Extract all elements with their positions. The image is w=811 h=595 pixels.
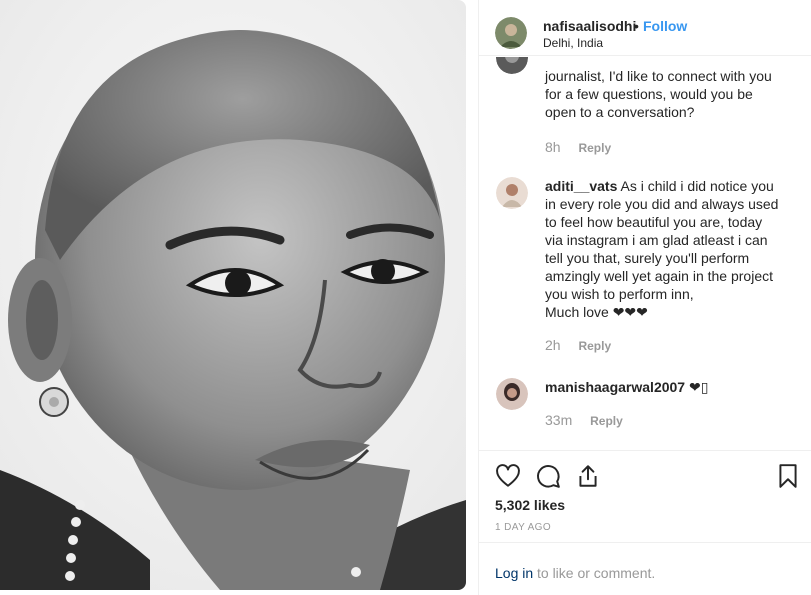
post-photo[interactable]: [0, 0, 466, 590]
heart-icon[interactable]: [495, 463, 521, 489]
commenter-avatar[interactable]: [496, 57, 528, 74]
post-username[interactable]: nafisaalisodhi: [543, 18, 636, 34]
separator-dot: •: [634, 18, 639, 34]
comment-line: to feel how beautiful you are, today: [545, 214, 763, 230]
post-header: nafisaalisodhi • Follow Delhi, India: [479, 0, 811, 56]
follow-button[interactable]: Follow: [643, 18, 687, 34]
bookmark-icon[interactable]: [775, 463, 801, 489]
comment-icon[interactable]: [535, 463, 561, 489]
commenter-avatar[interactable]: [496, 378, 528, 410]
portrait-image: [0, 0, 466, 590]
commenter-avatar[interactable]: [496, 177, 528, 209]
comment-line: tell you that, surely you'll perform: [545, 250, 750, 266]
comment-text: manishaagarwal2007 ❤▯: [545, 378, 795, 396]
comment-meta: 2h Reply: [545, 337, 611, 353]
login-link[interactable]: Log in: [495, 565, 533, 581]
comment-line: Much love ❤❤❤: [545, 304, 648, 320]
comment-meta: 8h Reply: [545, 139, 611, 155]
login-prompt: Log in to like or comment.: [479, 542, 811, 595]
post-actions: 5,302 likes 1 DAY AGO: [479, 450, 811, 542]
share-icon[interactable]: [575, 463, 601, 489]
commenter-username[interactable]: aditi__vats: [545, 178, 617, 194]
comment-line: As i child i did notice you: [620, 178, 774, 194]
avatar[interactable]: [495, 17, 527, 49]
comment-time[interactable]: 33m: [545, 412, 572, 428]
comment-line: in every role you did and always used: [545, 196, 779, 212]
post-location[interactable]: Delhi, India: [543, 36, 603, 50]
post-sidebar: nafisaalisodhi • Follow Delhi, India jou…: [478, 0, 811, 595]
reply-button[interactable]: Reply: [578, 141, 611, 155]
comment-line: ❤▯: [688, 379, 709, 395]
comment-line: for a few questions, would you be: [545, 86, 753, 102]
likes-count[interactable]: 5,302 likes: [495, 497, 565, 513]
reply-button[interactable]: Reply: [590, 414, 623, 428]
comment-line: open to a conversation?: [545, 104, 695, 120]
reply-button[interactable]: Reply: [578, 339, 611, 353]
comments-list[interactable]: journalist, I'd like to connect with you…: [479, 57, 811, 449]
comment-time[interactable]: 8h: [545, 139, 561, 155]
login-prompt-text: to like or comment.: [537, 565, 656, 581]
comment-time[interactable]: 2h: [545, 337, 561, 353]
post-date[interactable]: 1 DAY AGO: [495, 522, 551, 533]
comment-line: via instagram i am glad atleast i can: [545, 232, 768, 248]
comment-text: journalist, I'd like to connect with you…: [545, 67, 795, 121]
comment-text: aditi__vats As i child i did notice you …: [545, 177, 795, 321]
comment-line: journalist, I'd like to connect with you: [545, 68, 772, 84]
comment-line: amzingly well yet again in the project: [545, 268, 774, 284]
commenter-username[interactable]: manishaagarwal2007: [545, 379, 685, 395]
comment-meta: 33m Reply: [545, 412, 623, 428]
comment-line: you wish to perform inn,: [545, 286, 694, 302]
